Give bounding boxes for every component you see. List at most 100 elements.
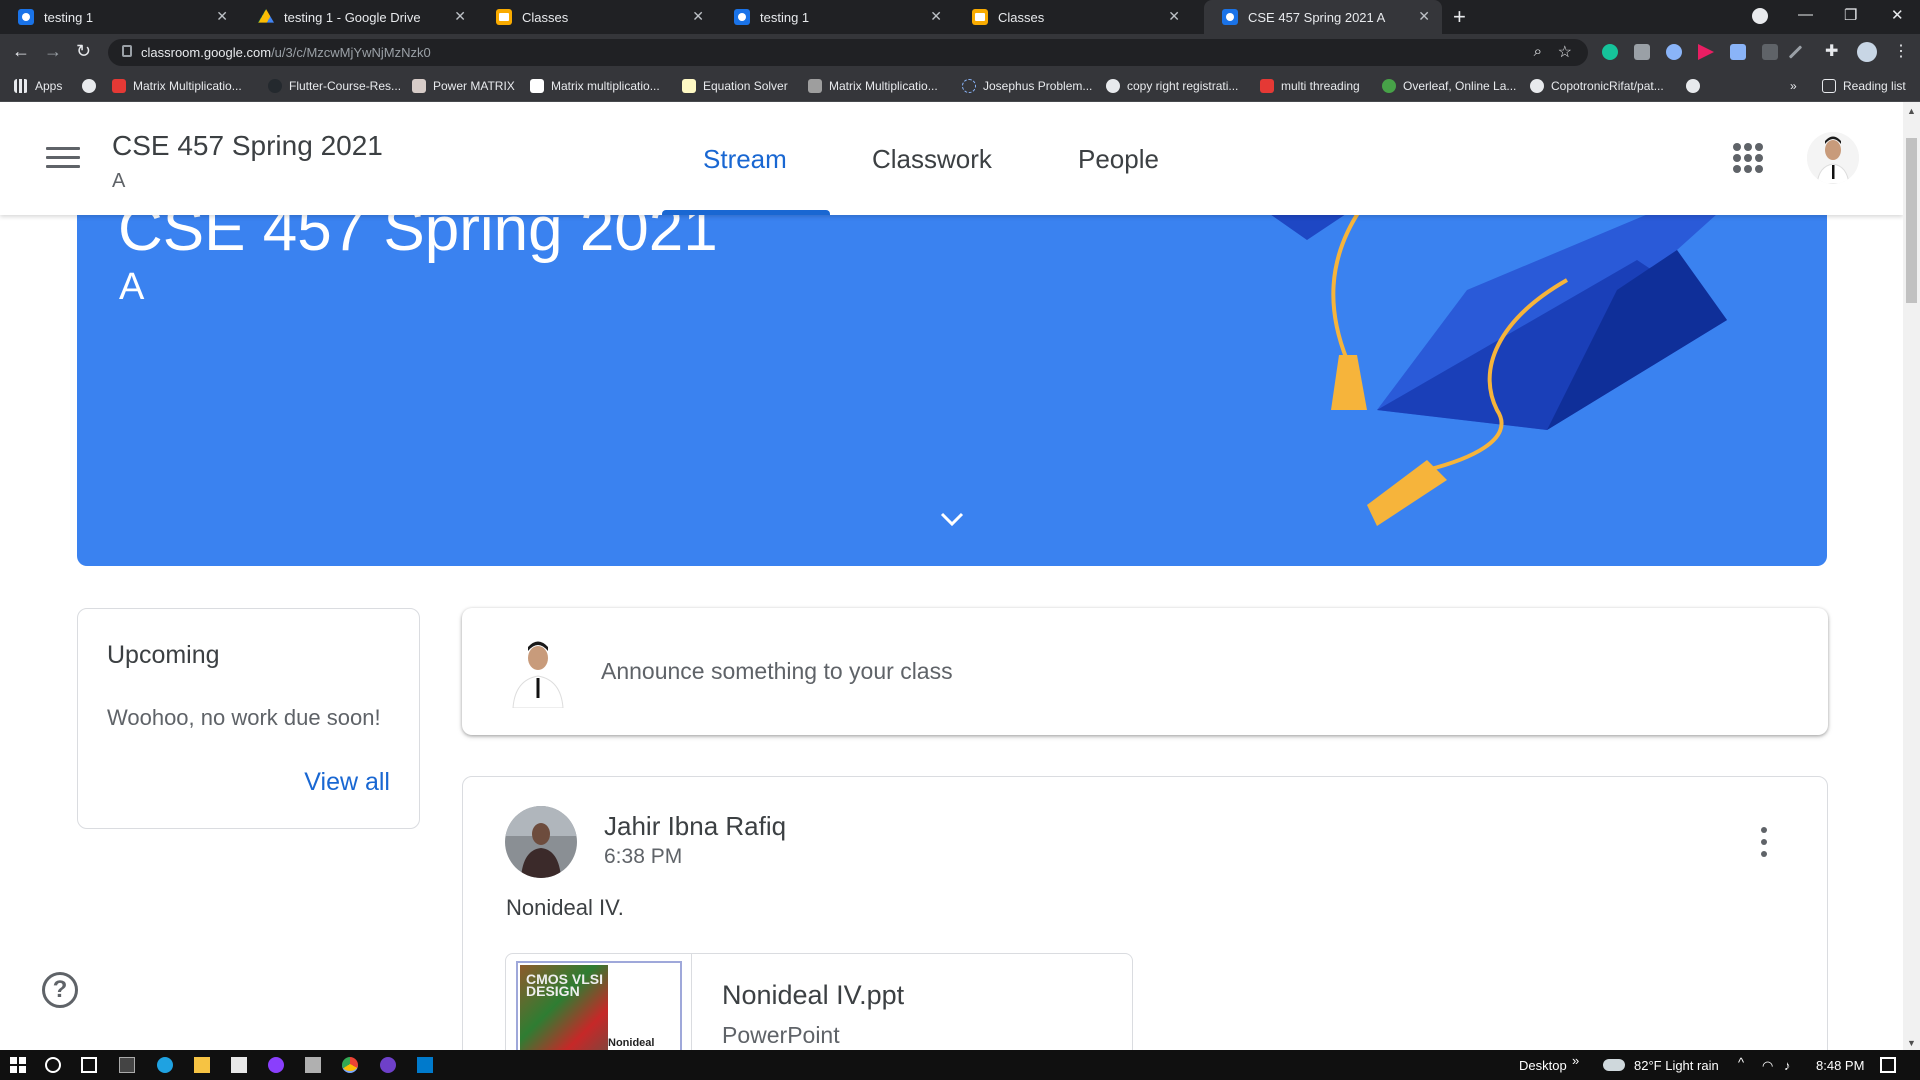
view-all-link[interactable]: View all — [304, 768, 390, 797]
close-icon[interactable]: ✕ — [216, 8, 228, 25]
classes-icon — [972, 9, 988, 25]
bookmark-item[interactable]: Josephus Problem... — [962, 70, 1092, 102]
tab-stream[interactable]: Stream — [703, 144, 787, 175]
windows-start-icon[interactable] — [10, 1057, 26, 1073]
notifications-icon[interactable] — [1880, 1057, 1896, 1073]
search-icon[interactable] — [45, 1057, 61, 1073]
close-icon[interactable]: ✕ — [930, 8, 942, 25]
toolbar-overflow-icon[interactable]: » — [1572, 1053, 1579, 1068]
weather-text[interactable]: 82°F Light rain — [1634, 1058, 1719, 1073]
tab-classwork[interactable]: Classwork — [872, 144, 992, 175]
puzzle-extensions-icon[interactable]: ✚ — [1825, 41, 1838, 61]
site-icon — [1260, 79, 1274, 93]
task-view-icon[interactable] — [81, 1057, 97, 1073]
bookmark-item[interactable]: copy right registrati... — [1106, 70, 1238, 102]
browser-tab-active[interactable]: CSE 457 Spring 2021 A ✕ — [1204, 0, 1442, 34]
tab-search-icon[interactable] — [1752, 8, 1768, 24]
browser-tab[interactable]: testing 1 ✕ — [716, 0, 954, 34]
profile-avatar-icon[interactable] — [1857, 42, 1877, 62]
messenger-icon[interactable] — [268, 1057, 284, 1073]
restore-button[interactable]: ❐ — [1844, 6, 1857, 24]
chrome-menu-icon[interactable]: ⋮ — [1893, 41, 1909, 61]
chevron-down-icon[interactable] — [939, 510, 965, 528]
network-icon[interactable]: ◠ — [1762, 1058, 1773, 1074]
apps-grid-icon — [14, 79, 28, 93]
forward-icon[interactable]: → — [44, 41, 62, 62]
bookmarks-overflow-button[interactable]: » — [1790, 70, 1797, 102]
help-icon[interactable]: ? — [42, 972, 78, 1008]
scrollbar-thumb[interactable] — [1906, 138, 1917, 303]
class-banner: CSE 457 Spring 2021 A — [77, 170, 1827, 566]
extension-icon[interactable] — [1762, 44, 1778, 60]
terminal-icon[interactable] — [119, 1057, 135, 1073]
url-omnibox[interactable]: classroom.google.com/u/3/c/MzcwMjYwNjMzN… — [108, 39, 1588, 66]
show-hidden-icons-icon[interactable]: ^ — [1738, 1055, 1744, 1070]
reading-list-button[interactable]: Reading list — [1822, 70, 1906, 102]
new-tab-button[interactable]: + — [1453, 4, 1466, 30]
bookmark-item[interactable] — [1686, 70, 1707, 102]
bookmarks-bar: Apps Matrix Multiplicatio... Flutter-Cou… — [0, 70, 1920, 102]
mail-icon[interactable] — [231, 1057, 247, 1073]
bookmark-item[interactable]: Overleaf, Online La... — [1382, 70, 1516, 102]
desktop-toolbar[interactable]: Desktop — [1519, 1058, 1567, 1073]
grammarly-extension-icon[interactable] — [1602, 44, 1618, 60]
browser-tab[interactable]: Classes ✕ — [954, 0, 1192, 34]
chrome-icon[interactable] — [342, 1057, 358, 1073]
vscode-icon[interactable] — [417, 1057, 433, 1073]
download-extension-icon[interactable] — [1730, 44, 1746, 60]
volume-icon[interactable]: ♪ — [1784, 1058, 1791, 1073]
page-scrollbar[interactable]: ▲ ▼ — [1903, 102, 1920, 1050]
minimize-button[interactable]: — — [1798, 6, 1813, 23]
loading-icon — [962, 79, 976, 93]
banner-section: A — [119, 266, 145, 308]
app-icon[interactable] — [305, 1057, 321, 1073]
bookmark-item[interactable]: multi threading — [1260, 70, 1360, 102]
close-icon[interactable]: ✕ — [1168, 8, 1180, 25]
announce-placeholder[interactable]: Announce something to your class — [601, 658, 953, 685]
lock-icon — [122, 45, 132, 57]
close-icon[interactable]: ✕ — [692, 8, 704, 25]
bookmark-item[interactable]: Equation Solver — [682, 70, 788, 102]
author-avatar[interactable] — [505, 806, 577, 878]
bookmark-apps[interactable]: Apps — [14, 70, 62, 102]
bookmark-item[interactable]: CopotronicRifat/pat... — [1530, 70, 1664, 102]
clock-time[interactable]: 8:48 PM — [1816, 1058, 1864, 1073]
edge-icon[interactable] — [157, 1057, 173, 1073]
more-options-icon[interactable] — [1761, 827, 1767, 857]
bookmark-item[interactable]: Matrix Multiplicatio... — [808, 70, 938, 102]
bookmark-item[interactable]: Matrix Multiplicatio... — [112, 70, 242, 102]
browser-tab[interactable]: testing 1 ✕ — [0, 0, 240, 34]
extension-icon[interactable] — [1666, 44, 1682, 60]
announce-box[interactable]: Announce something to your class — [462, 608, 1828, 735]
classroom-header: CSE 457 Spring 2021 A Stream Classwork P… — [0, 102, 1903, 215]
bookmark-item[interactable]: Matrix multiplicatio... — [530, 70, 660, 102]
menu-icon[interactable] — [46, 147, 80, 169]
close-icon[interactable]: ✕ — [454, 8, 466, 25]
user-photo-icon — [505, 636, 571, 708]
upcoming-empty-text: Woohoo, no work due soon! — [107, 705, 381, 730]
browser-tab[interactable]: Classes ✕ — [478, 0, 716, 34]
scroll-up-icon[interactable]: ▲ — [1907, 106, 1916, 116]
active-tab-indicator — [662, 210, 830, 215]
bookmark-star-icon[interactable]: ☆ — [1558, 42, 1572, 62]
camera-extension-icon[interactable] — [1634, 44, 1650, 60]
bookmark-item[interactable]: Power MATRIX — [412, 70, 515, 102]
pen-extension-icon[interactable] — [1788, 45, 1803, 59]
close-icon[interactable]: ✕ — [1418, 8, 1430, 25]
file-explorer-icon[interactable] — [194, 1057, 210, 1073]
bookmark-item[interactable] — [82, 70, 103, 102]
reload-icon[interactable]: ↻ — [76, 41, 91, 62]
class-title[interactable]: CSE 457 Spring 2021 — [112, 130, 383, 162]
window-close-button[interactable]: ✕ — [1891, 6, 1904, 24]
github-desktop-icon[interactable] — [380, 1057, 396, 1073]
bookmark-item[interactable]: Flutter-Course-Res... — [268, 70, 401, 102]
weather-cloud-icon — [1603, 1059, 1625, 1071]
scroll-down-icon[interactable]: ▼ — [1907, 1038, 1916, 1048]
account-avatar[interactable] — [1807, 132, 1859, 184]
play-extension-icon[interactable] — [1698, 44, 1714, 60]
back-icon[interactable]: ← — [12, 41, 30, 62]
browser-tab[interactable]: testing 1 - Google Drive ✕ — [240, 0, 478, 34]
drive-icon — [258, 9, 274, 23]
tab-people[interactable]: People — [1078, 144, 1159, 175]
zoom-icon[interactable]: ⌕ — [1534, 43, 1542, 60]
